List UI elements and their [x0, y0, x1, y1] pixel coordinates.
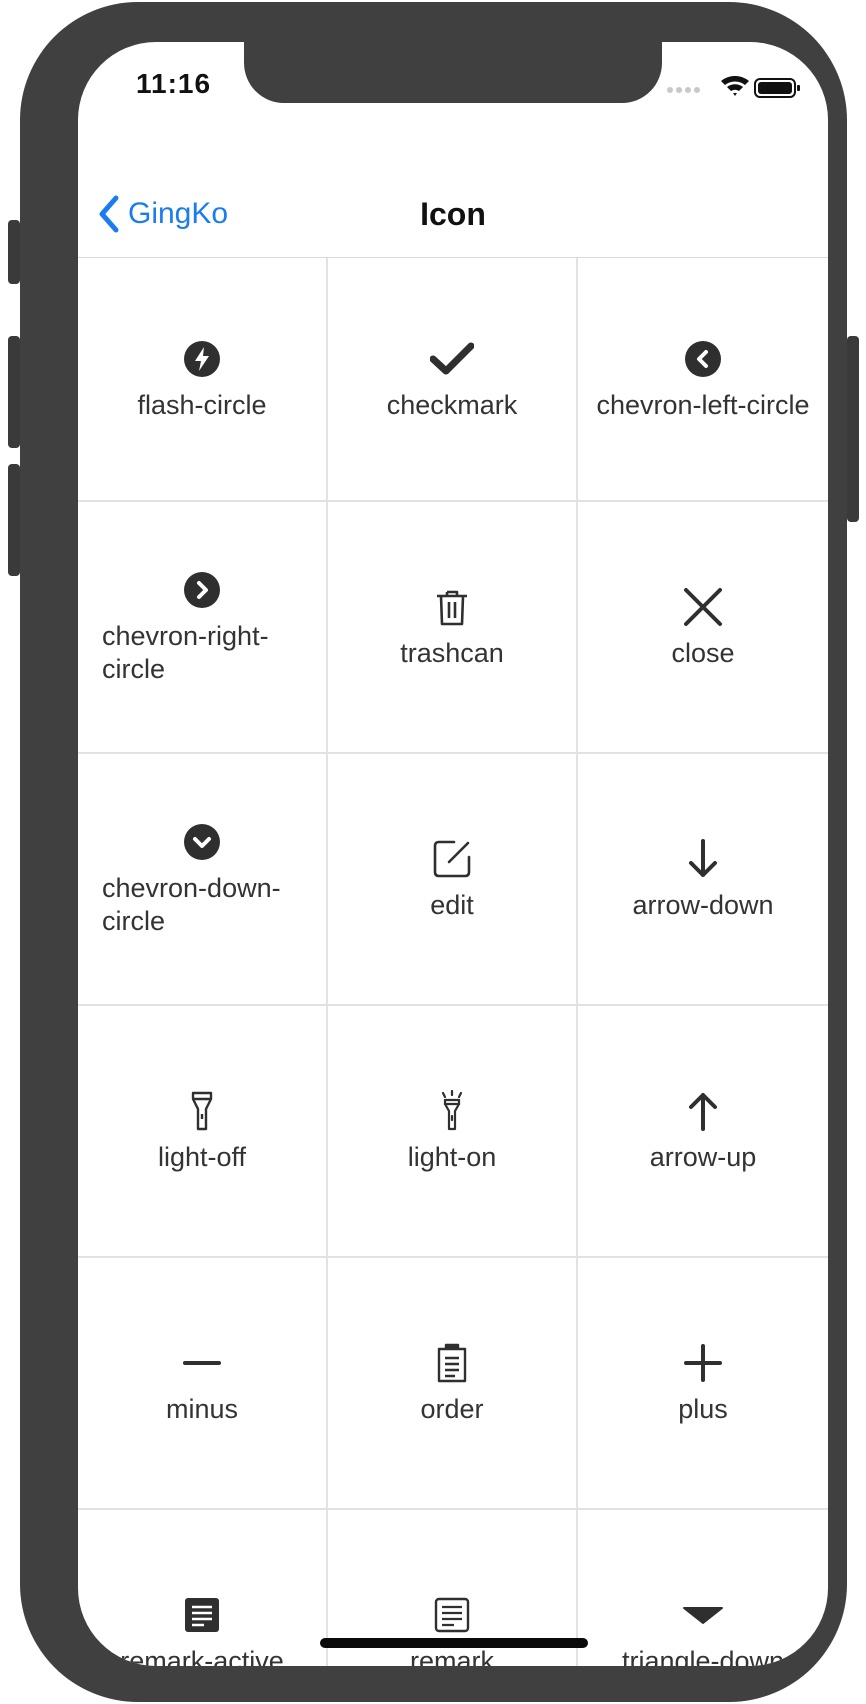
icon-cell-edit[interactable]: edit — [328, 754, 578, 1004]
icon-label: order — [420, 1393, 484, 1424]
trashcan-icon — [437, 590, 467, 625]
minus-icon — [183, 1360, 221, 1365]
icon-label: checkmark — [386, 389, 518, 420]
icon-label: close — [671, 637, 735, 668]
icon-label: chevron-down-circle — [102, 873, 281, 936]
remark-icon — [434, 1597, 470, 1632]
volume-down-button — [8, 464, 20, 576]
icon-cell-chevron-down-circle[interactable]: chevron-down-circle — [78, 754, 328, 1004]
icon-label: arrow-up — [649, 1141, 757, 1172]
home-indicator[interactable] — [320, 1638, 588, 1648]
power-button — [847, 336, 859, 522]
icon-cell-close[interactable]: close — [578, 502, 828, 752]
battery-icon — [754, 78, 800, 98]
order-icon — [437, 1343, 467, 1382]
grid-row: chevron-down-circle edit arrow-down — [78, 754, 828, 1006]
icon-label: arrow-down — [632, 889, 774, 920]
light-on-icon — [441, 1089, 463, 1130]
icon-label: trashcan — [400, 637, 504, 668]
status-icons — [667, 76, 800, 98]
notch — [244, 42, 662, 103]
icon-cell-minus[interactable]: minus — [78, 1258, 328, 1508]
icon-cell-light-on[interactable]: light-on — [328, 1006, 578, 1256]
icon-label: chevron-left-circle — [596, 389, 810, 420]
icon-label: triangle-down — [621, 1645, 785, 1667]
flash-circle-icon — [184, 340, 220, 377]
icon-cell-light-off[interactable]: light-off — [78, 1006, 328, 1256]
arrow-down-icon — [689, 838, 717, 877]
remark-active-icon — [185, 1597, 219, 1632]
edit-icon — [433, 840, 471, 877]
plus-icon — [684, 1343, 722, 1382]
icon-label: remark-active — [120, 1645, 284, 1667]
grid-row: chevron-right-circle trashcan close — [78, 502, 828, 754]
grid-row: minus order plus — [78, 1258, 828, 1510]
icon-cell-flash-circle[interactable]: flash-circle — [78, 258, 328, 500]
light-off-icon — [191, 1091, 213, 1130]
checkmark-icon — [430, 342, 474, 374]
icon-cell-chevron-right-circle[interactable]: chevron-right-circle — [78, 502, 328, 752]
chevron-right-circle-icon — [184, 572, 220, 608]
icon-label: flash-circle — [137, 389, 267, 420]
device-frame: 11:16 GingKo Icon flash-circle checkmark… — [8, 2, 859, 1702]
icon-cell-arrow-up[interactable]: arrow-up — [578, 1006, 828, 1256]
icon-cell-checkmark[interactable]: checkmark — [328, 258, 578, 500]
icon-cell-triangle-down[interactable]: triangle-down — [578, 1510, 828, 1666]
icon-label: minus — [165, 1393, 239, 1424]
icon-cell-chevron-left-circle[interactable]: chevron-left-circle — [578, 258, 828, 500]
icon-label: chevron-right-circle — [102, 621, 269, 684]
grid-row: light-off light-on arrow-up — [78, 1006, 828, 1258]
page-title: Icon — [420, 196, 486, 232]
screen: 11:16 GingKo Icon flash-circle checkmark… — [78, 42, 828, 1666]
status-time: 11:16 — [136, 68, 212, 99]
wifi-icon — [721, 76, 749, 96]
chevron-down-circle-icon — [184, 824, 220, 860]
volume-up-button — [8, 336, 20, 448]
navigation-bar: GingKo Icon — [78, 154, 828, 258]
icon-cell-plus[interactable]: plus — [578, 1258, 828, 1508]
triangle-down-icon — [683, 1606, 723, 1624]
icon-cell-trashcan[interactable]: trashcan — [328, 502, 578, 752]
icon-label: edit — [430, 889, 474, 920]
icon-label: plus — [678, 1393, 728, 1424]
icon-label: light-off — [157, 1141, 247, 1172]
icon-cell-order[interactable]: order — [328, 1258, 578, 1508]
icon-cell-remark-active[interactable]: remark-active — [78, 1510, 328, 1666]
close-icon — [684, 587, 722, 626]
icon-cell-arrow-down[interactable]: arrow-down — [578, 754, 828, 1004]
cellular-signal-icon — [667, 87, 700, 93]
icon-label: light-on — [407, 1141, 497, 1172]
arrow-up-icon — [689, 1092, 717, 1131]
chevron-left-circle-icon — [685, 340, 721, 377]
icon-grid: flash-circle checkmark chevron-left-circ… — [78, 258, 828, 1666]
mute-switch — [8, 220, 20, 284]
grid-row: flash-circle checkmark chevron-left-circ… — [78, 258, 828, 502]
